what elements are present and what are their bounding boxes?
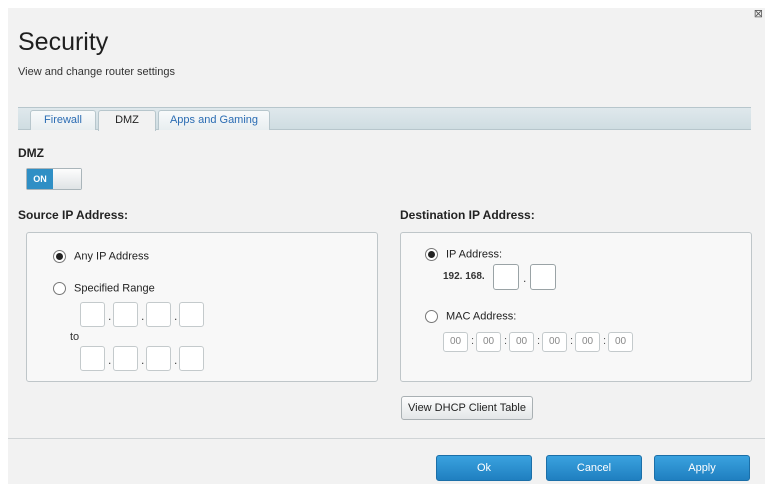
dest-ip-octet-4[interactable] xyxy=(530,264,556,290)
ip-prefix: 192. 168. xyxy=(443,271,485,282)
dmz-toggle[interactable]: ON xyxy=(26,168,82,190)
range-end-octet-2[interactable] xyxy=(113,346,138,371)
mac-octet-2[interactable]: 00 xyxy=(476,332,501,352)
mac-separator: : xyxy=(603,335,607,347)
range-start-octet-1[interactable] xyxy=(80,302,105,327)
radio-any-ip-label: Any IP Address xyxy=(74,250,150,263)
view-dhcp-client-table-button[interactable]: View DHCP Client Table xyxy=(401,396,533,420)
radio-ip-address-label: IP Address: xyxy=(446,248,503,261)
radio-button xyxy=(425,310,438,323)
toggle-on-label: ON xyxy=(27,169,53,189)
octet-separator: . xyxy=(108,309,112,323)
radio-mac-address-label: MAC Address: xyxy=(446,310,517,323)
source-ip-panel: Any IP Address Specified Range . . . to … xyxy=(26,232,378,382)
dmz-label: DMZ xyxy=(18,146,44,160)
toggle-knob xyxy=(53,169,81,189)
octet-separator: . xyxy=(141,353,145,367)
octet-separator: . xyxy=(174,309,178,323)
mac-separator: : xyxy=(537,335,541,347)
mac-separator: : xyxy=(570,335,574,347)
ok-button[interactable]: Ok xyxy=(436,455,532,481)
radio-ip-address[interactable]: IP Address: xyxy=(425,248,502,261)
tab-dmz[interactable]: DMZ xyxy=(98,110,156,131)
mac-octet-4[interactable]: 00 xyxy=(542,332,567,352)
octet-separator: . xyxy=(108,353,112,367)
destination-ip-panel: IP Address: 192. 168. . MAC Address: 00 … xyxy=(400,232,752,382)
range-start-octet-2[interactable] xyxy=(113,302,138,327)
mac-separator: : xyxy=(504,335,508,347)
octet-separator: . xyxy=(141,309,145,323)
octet-separator: . xyxy=(174,353,178,367)
dest-ip-octet-3[interactable] xyxy=(493,264,519,290)
mac-octet-5[interactable]: 00 xyxy=(575,332,600,352)
range-to-label: to xyxy=(70,331,80,343)
tab-firewall[interactable]: Firewall xyxy=(30,110,96,130)
cancel-button[interactable]: Cancel xyxy=(546,455,642,481)
range-end-octet-3[interactable] xyxy=(146,346,171,371)
radio-specified-range-label: Specified Range xyxy=(74,282,155,295)
tab-bar: Firewall DMZ Apps and Gaming xyxy=(18,107,751,131)
mac-separator: : xyxy=(471,335,475,347)
footer-divider xyxy=(8,438,765,439)
radio-button xyxy=(425,248,438,261)
range-start-octet-4[interactable] xyxy=(179,302,204,327)
radio-specified-range[interactable]: Specified Range xyxy=(53,282,155,295)
octet-separator: . xyxy=(523,271,527,285)
source-ip-heading: Source IP Address: xyxy=(18,208,129,222)
page-title: Security xyxy=(18,28,109,56)
range-start-octet-3[interactable] xyxy=(146,302,171,327)
range-end-octet-1[interactable] xyxy=(80,346,105,371)
radio-button xyxy=(53,250,66,263)
radio-any-ip[interactable]: Any IP Address xyxy=(53,250,149,263)
mac-octet-6[interactable]: 00 xyxy=(608,332,633,352)
mac-octet-3[interactable]: 00 xyxy=(509,332,534,352)
mac-octet-1[interactable]: 00 xyxy=(443,332,468,352)
close-icon[interactable]: ⊠ xyxy=(754,8,763,20)
security-window: ⊠ Security View and change router settin… xyxy=(8,8,765,484)
radio-mac-address[interactable]: MAC Address: xyxy=(425,310,516,323)
page-subtitle: View and change router settings xyxy=(18,66,175,78)
range-end-octet-4[interactable] xyxy=(179,346,204,371)
radio-button xyxy=(53,282,66,295)
destination-ip-heading: Destination IP Address: xyxy=(400,208,535,222)
tab-apps-and-gaming[interactable]: Apps and Gaming xyxy=(158,110,270,130)
apply-button[interactable]: Apply xyxy=(654,455,750,481)
